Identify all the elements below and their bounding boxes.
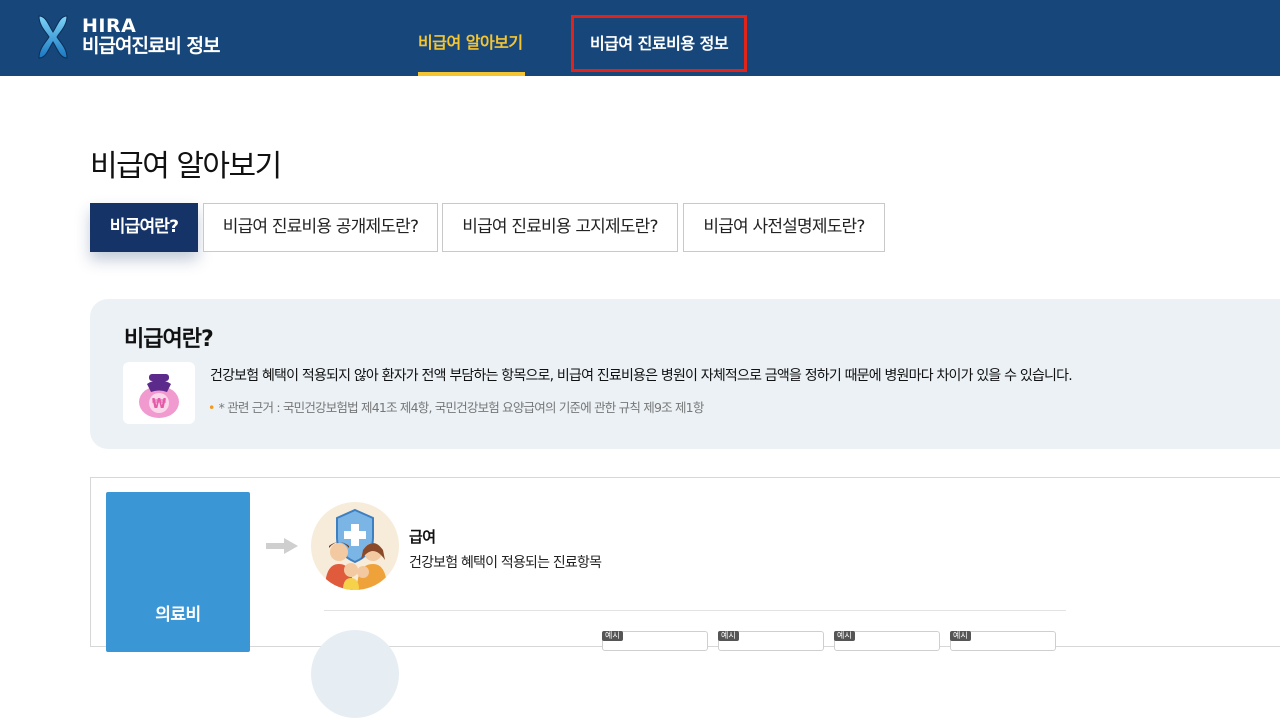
info-title: 비급여란? bbox=[124, 327, 214, 352]
info-description: 건강보험 혜택이 적용되지 않아 환자가 전액 부담하는 항목으로, 비급여 진… bbox=[210, 368, 1073, 384]
nav-label: 비급여 진료비용 정보 bbox=[589, 34, 729, 53]
medical-cost-label: 의료비 bbox=[155, 605, 201, 625]
benefit-description: 건강보험 혜택이 적용되는 진료항목 bbox=[409, 555, 602, 571]
example-tag: 예시 bbox=[834, 631, 855, 641]
arrow-right-icon bbox=[266, 538, 298, 554]
site-header: HIRA 비급여진료비 정보 비급여 알아보기 비급여 진료비용 정보 bbox=[0, 0, 1280, 76]
nav-noncovered-cost-info[interactable]: 비급여 진료비용 정보 bbox=[574, 15, 744, 72]
medical-cost-block bbox=[106, 492, 250, 652]
diagram-frame bbox=[90, 477, 1280, 647]
nav-noncovered-overview[interactable]: 비급여 알아보기 bbox=[418, 0, 526, 76]
nav-active-underline bbox=[418, 72, 525, 76]
info-legal-note: • * 관련 근거 : 국민건강보험법 제41조 제4항, 국민건강보험 요양급여… bbox=[208, 397, 704, 416]
nav-label: 비급여 알아보기 bbox=[418, 33, 523, 52]
diagram-divider bbox=[324, 610, 1066, 611]
family-shield-icon bbox=[311, 502, 399, 590]
example-tag: 예시 bbox=[602, 631, 623, 641]
example-tag: 예시 bbox=[950, 631, 971, 641]
tab-what-is-noncovered[interactable]: 비급여란? bbox=[90, 203, 198, 252]
benefit-title: 급여 bbox=[409, 528, 436, 546]
logo-brand: HIRA bbox=[82, 15, 137, 37]
logo-subtitle: 비급여진료비 정보 bbox=[82, 35, 220, 57]
tab-notice-system[interactable]: 비급여 진료비용 고지제도란? bbox=[442, 203, 678, 252]
logo-text[interactable]: HIRA 비급여진료비 정보 bbox=[82, 15, 220, 57]
money-bag-icon: ₩ bbox=[123, 362, 195, 424]
noncovered-illustration-icon bbox=[311, 630, 399, 718]
example-tag: 예시 bbox=[718, 631, 739, 641]
hira-logo-icon[interactable] bbox=[36, 14, 70, 60]
bullet-icon: • bbox=[208, 400, 215, 415]
svg-text:₩: ₩ bbox=[152, 397, 167, 412]
info-note-text: * 관련 근거 : 국민건강보험법 제41조 제4항, 국민건강보험 요양급여의… bbox=[218, 400, 705, 415]
tab-prior-explanation-system[interactable]: 비급여 사전설명제도란? bbox=[683, 203, 885, 252]
page-title: 비급여 알아보기 bbox=[90, 149, 282, 184]
tab-disclosure-system[interactable]: 비급여 진료비용 공개제도란? bbox=[203, 203, 438, 252]
